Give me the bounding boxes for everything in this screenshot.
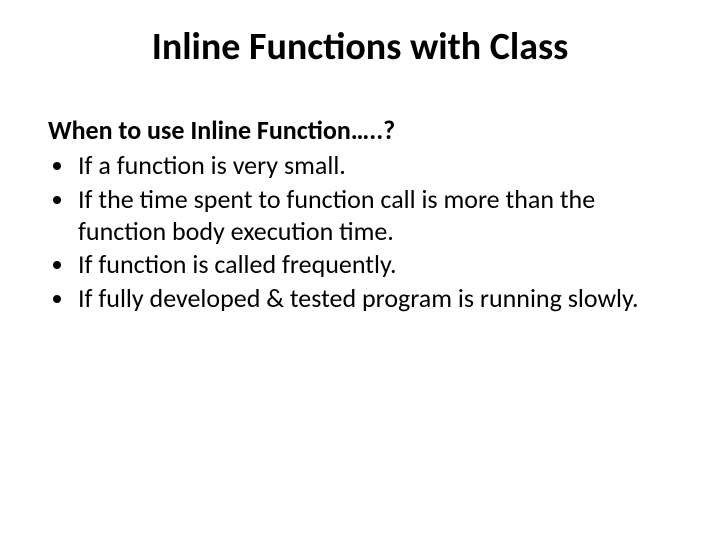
list-item: If function is called frequently. — [76, 249, 672, 281]
slide-title: Inline Functions with Class — [48, 26, 672, 70]
list-item: If fully developed & tested program is r… — [76, 283, 672, 315]
slide-subheading: When to use Inline Function…..? — [48, 114, 672, 147]
list-item: If the time spent to function call is mo… — [76, 184, 672, 247]
slide: Inline Functions with Class When to use … — [0, 0, 720, 540]
list-item: If a function is very small. — [76, 150, 672, 182]
bullet-list: If a function is very small. If the time… — [48, 150, 672, 315]
